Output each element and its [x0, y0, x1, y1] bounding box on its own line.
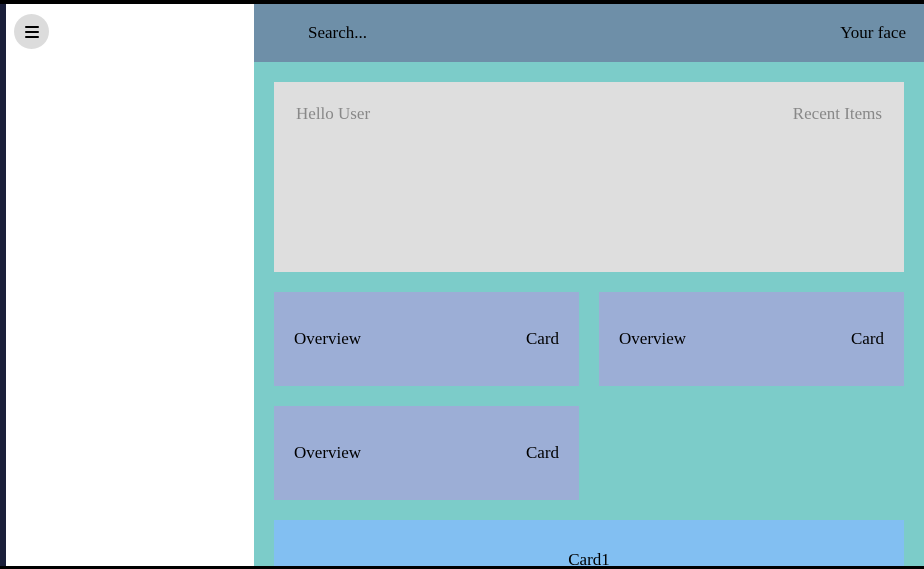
main-panel: Search... Your face Hello User Recent It…: [254, 4, 924, 566]
hamburger-icon: [25, 26, 39, 38]
menu-button[interactable]: [14, 14, 49, 49]
big-card-label: Card1: [568, 550, 610, 566]
hero-panel: Hello User Recent Items: [274, 82, 904, 272]
greeting-text: Hello User: [296, 104, 370, 250]
overview-cards-grid: Overview Card Overview Card Overview Car…: [274, 292, 904, 500]
card-tag: Card: [526, 443, 559, 463]
card-title: Overview: [294, 443, 361, 463]
big-card[interactable]: Card1: [274, 520, 904, 566]
user-label[interactable]: Your face: [840, 23, 906, 43]
header-bar: Search... Your face: [254, 4, 924, 62]
card-tag: Card: [851, 329, 884, 349]
card-title: Overview: [619, 329, 686, 349]
content-area: Hello User Recent Items Overview Card Ov…: [254, 62, 924, 566]
card-title: Overview: [294, 329, 361, 349]
overview-card[interactable]: Overview Card: [599, 292, 904, 386]
card-tag: Card: [526, 329, 559, 349]
left-rail: [0, 4, 6, 569]
search-input[interactable]: Search...: [308, 23, 367, 43]
overview-card[interactable]: Overview Card: [274, 292, 579, 386]
overview-card[interactable]: Overview Card: [274, 406, 579, 500]
recent-items-label[interactable]: Recent Items: [793, 104, 882, 250]
